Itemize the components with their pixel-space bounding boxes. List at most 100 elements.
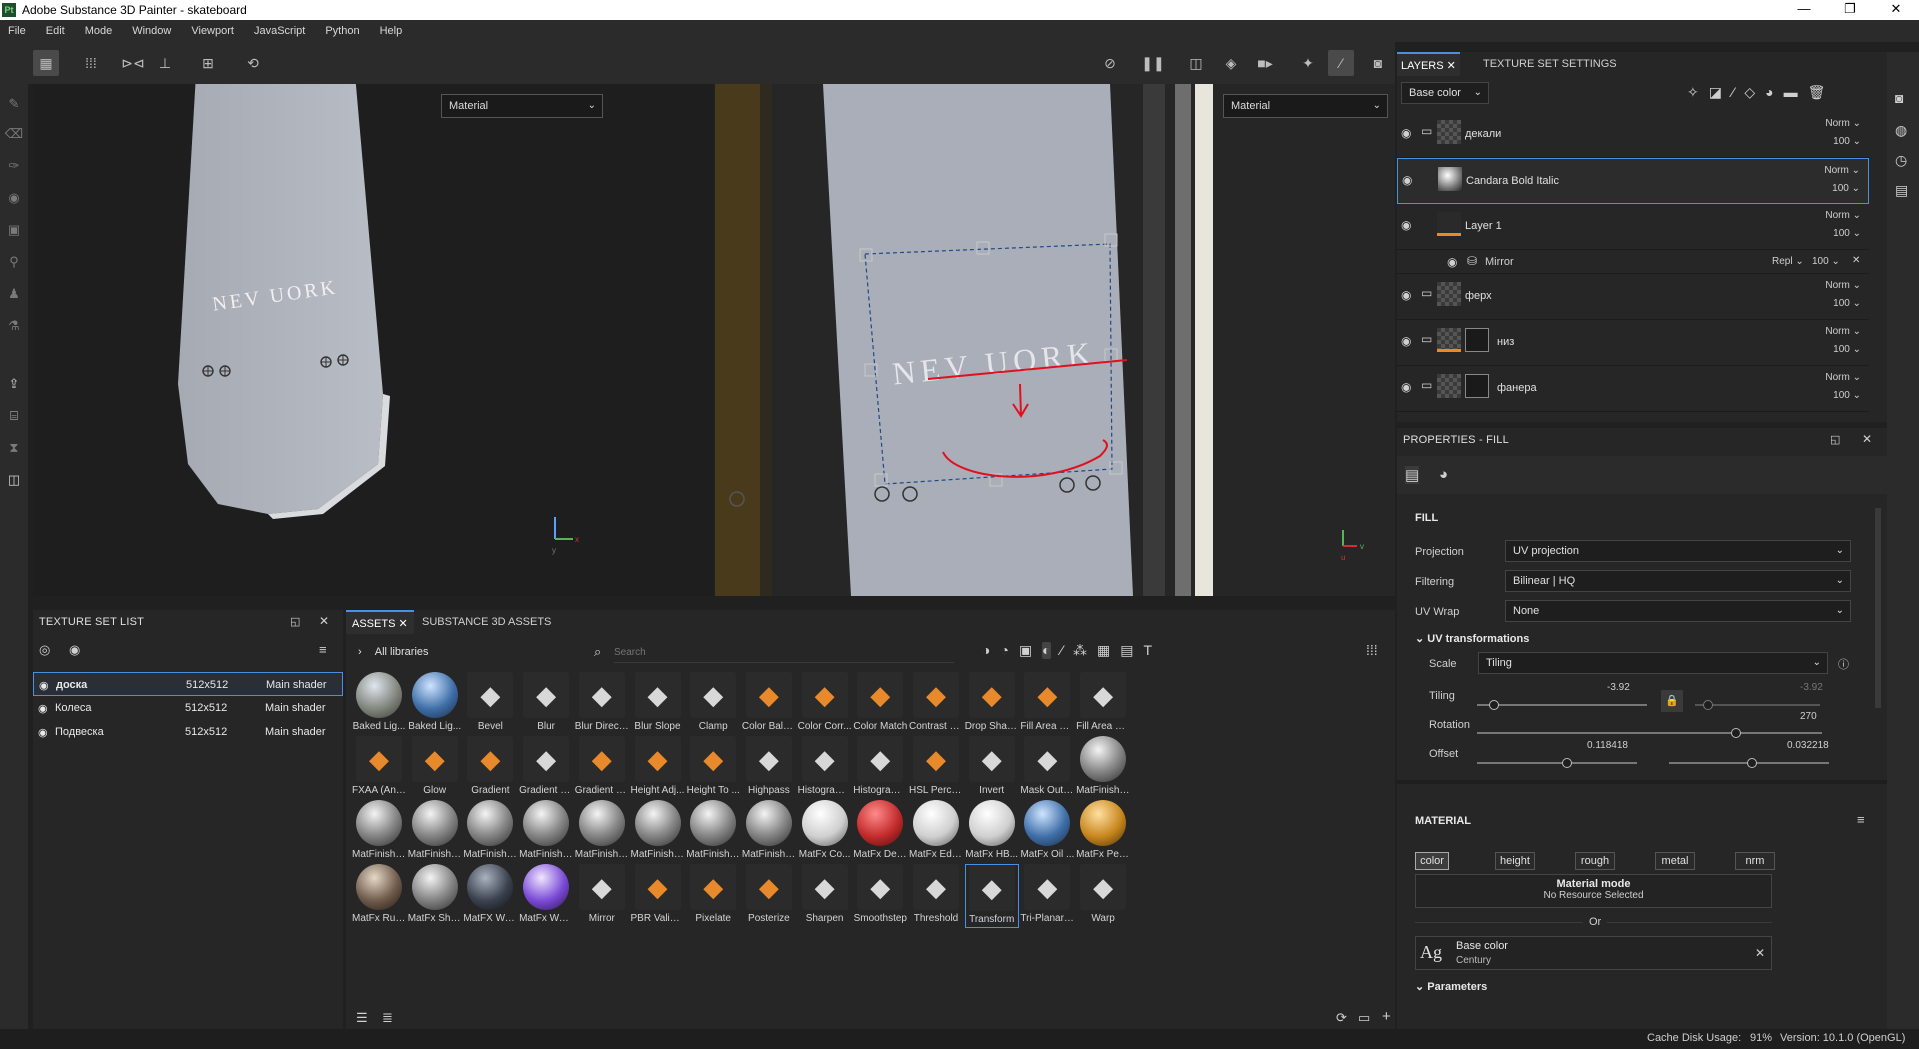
material-menu-icon[interactable]: ≡ (1857, 812, 1865, 827)
asset-item[interactable]: ◆ Invert (965, 736, 1019, 800)
uvwrap-select[interactable]: None ⌄ (1505, 600, 1851, 622)
export-icon[interactable]: ⇪ (4, 374, 24, 394)
smudge-tool-icon[interactable]: ⚲ (4, 252, 24, 272)
channel-rough-button[interactable]: rough (1575, 852, 1615, 870)
asset-item[interactable]: ◆ Sharpen (798, 864, 852, 928)
scrollbar[interactable] (1875, 508, 1881, 708)
grid-select-icon[interactable]: ▦ (33, 50, 59, 76)
smart-material-filter-icon[interactable]: ◑ (982, 642, 990, 659)
asset-item[interactable]: ◆ Histogram ... (798, 736, 852, 800)
asset-item[interactable]: ◆ Drop Shad... (965, 672, 1019, 736)
channel-color-button[interactable]: color (1415, 852, 1449, 870)
close-button[interactable]: ✕ (1873, 0, 1919, 20)
asset-item[interactable]: ◆ Color Match (853, 672, 907, 736)
filtering-select[interactable]: Bilinear | HQ ⌄ (1505, 570, 1851, 592)
maximize-button[interactable]: ❐ (1827, 0, 1873, 20)
float-panel-icon[interactable]: ◱ (290, 615, 300, 628)
eye-icon[interactable]: ◉ (1401, 218, 1411, 232)
geometry-fill-icon[interactable]: ◉ (4, 188, 24, 208)
texture-set-row[interactable]: ◉ Подвеска 512x512 Main shader (33, 720, 343, 744)
symmetry-y-icon[interactable]: ⊥ (152, 50, 178, 76)
tab-texture-set-settings[interactable]: TEXTURE SET SETTINGS (1477, 52, 1623, 76)
bake-icon[interactable]: ⌸ (4, 406, 24, 426)
asset-item[interactable]: MatFinish ... (631, 800, 685, 864)
slider-knob[interactable] (1730, 728, 1741, 738)
asset-item[interactable]: ◆ Blur Slope (631, 672, 685, 736)
delete-layer-icon[interactable]: 🗑 (1808, 84, 1826, 101)
info-icon[interactable]: ⓘ (1838, 656, 1849, 672)
float-panel-icon[interactable]: ◱ (1830, 433, 1840, 446)
visibility-toggle-icon[interactable]: ◎ (39, 642, 50, 658)
texture-filter-icon[interactable]: ▤ (1120, 642, 1133, 659)
menu-viewport[interactable]: Viewport (191, 25, 234, 37)
layer-row[interactable]: ◉ Layer 1 Norm ⌄ 100 ⌄ (1397, 204, 1869, 250)
camera-icon[interactable]: ◙ (1895, 90, 1903, 106)
eye-icon[interactable]: ◉ (1401, 288, 1411, 302)
layer-row[interactable]: ◉ ▭ низ Norm ⌄ 100 ⌄ (1397, 320, 1869, 366)
asset-item[interactable]: ◆ Transform (964, 864, 1019, 928)
asset-item[interactable]: MatFx HB... (965, 800, 1019, 864)
tiles-grid-icon[interactable]: ⁞⁞⁞ (78, 50, 104, 76)
texture-set-row[interactable]: ◉ доска 512x512 Main shader (33, 672, 343, 696)
eye-icon[interactable]: ◉ (1402, 173, 1412, 187)
asset-item[interactable]: MatFinish ... (1076, 736, 1130, 800)
material-tab-icon[interactable]: ◕ (1439, 466, 1448, 483)
blend-mode[interactable]: Norm ⌄ (1825, 326, 1861, 337)
refresh-icon[interactable]: ⟳ (1336, 1010, 1347, 1026)
smart-mask-filter-icon[interactable]: ▣ (1019, 642, 1032, 659)
asset-item[interactable]: MatFx Wat... (519, 864, 573, 928)
blend-mode[interactable]: Norm ⌄ (1825, 118, 1861, 129)
effect-opacity[interactable]: 100 ⌄ (1812, 256, 1840, 267)
hide-icon[interactable]: ⊘ (1097, 50, 1123, 76)
eye-icon[interactable]: ◉ (38, 726, 48, 739)
lock-icon[interactable]: 🔒 (1661, 690, 1683, 712)
close-panel-icon[interactable]: ✕ (319, 614, 329, 628)
layer-opacity[interactable]: 100 ⌄ (1833, 390, 1861, 401)
remove-effect-icon[interactable]: ✕ (1852, 255, 1860, 266)
asset-item[interactable]: ◆ Histogram ... (853, 736, 907, 800)
clone-tool-icon[interactable]: ♟ (4, 284, 24, 304)
asset-item[interactable]: ◆ Gradient (463, 736, 517, 800)
tiling-u-slider[interactable] (1477, 700, 1647, 710)
channel-height-button[interactable]: height (1495, 852, 1535, 870)
effect-blend-mode[interactable]: Repl ⌄ (1772, 256, 1804, 267)
tab-assets[interactable]: ASSETS ✕ (346, 610, 414, 634)
pause-icon[interactable]: ❚❚ (1140, 50, 1166, 76)
asset-item[interactable]: MatFx Oil ... (1020, 800, 1074, 864)
log-icon[interactable]: ▤ (1895, 182, 1908, 199)
eye-icon[interactable]: ◉ (1401, 380, 1411, 394)
library-selector[interactable]: › All libraries (358, 646, 429, 658)
asset-item[interactable]: ◆ Pixelate (686, 864, 740, 928)
menu-javascript[interactable]: JavaScript (254, 25, 305, 37)
folder-icon[interactable]: ▭ (1358, 1010, 1370, 1026)
tab-layers[interactable]: LAYERS ✕ (1397, 52, 1460, 76)
eye-icon[interactable]: ◉ (39, 679, 49, 692)
asset-item[interactable]: ◆ Color Corr... (798, 672, 852, 736)
asset-search-input[interactable] (614, 643, 954, 663)
symmetry-x-icon[interactable]: ⊳⊲ (120, 50, 146, 76)
list-options-icon[interactable]: ☰ (356, 1010, 368, 1026)
asset-item[interactable]: Baked Lig... (408, 672, 462, 736)
brush-settings-icon[interactable]: ✦ (1295, 50, 1321, 76)
add-paint-layer-icon[interactable]: ⁄ (1732, 84, 1734, 101)
layer-opacity[interactable]: 100 ⌄ (1833, 298, 1861, 309)
add-folder-icon[interactable]: ▬ (1784, 84, 1798, 101)
channel-nrm-button[interactable]: nrm (1735, 852, 1775, 870)
filter-filter-icon[interactable]: ◐ (1042, 642, 1051, 659)
add-icon[interactable]: + (1382, 1008, 1391, 1025)
asset-item[interactable]: ◆ Warp (1076, 864, 1130, 928)
brush-tool-icon[interactable]: ✎ (4, 94, 24, 114)
slider-knob[interactable] (1747, 758, 1758, 768)
asset-item[interactable]: ◆ Blur (519, 672, 573, 736)
eye-icon[interactable]: ◉ (69, 642, 80, 658)
asset-item[interactable]: ◆ Fill Area Co... (1020, 672, 1074, 736)
add-smart-material-icon[interactable]: ◕ (1765, 84, 1773, 101)
asset-item[interactable]: ◆ FXAA (Anti... (352, 736, 406, 800)
viewport-2d-mode-select[interactable]: Material ⌄ (1223, 94, 1388, 118)
asset-item[interactable]: ◆ Clamp (686, 672, 740, 736)
texture-set-row[interactable]: ◉ Колеса 512x512 Main shader (33, 696, 343, 720)
asset-item[interactable]: MatFinish ... (742, 800, 796, 864)
asset-item[interactable]: MatFinish ... (575, 800, 629, 864)
asset-item[interactable]: ◆ Tri-Planar ... (1020, 864, 1074, 928)
add-fill-layer-icon[interactable]: ◇ (1744, 84, 1755, 101)
